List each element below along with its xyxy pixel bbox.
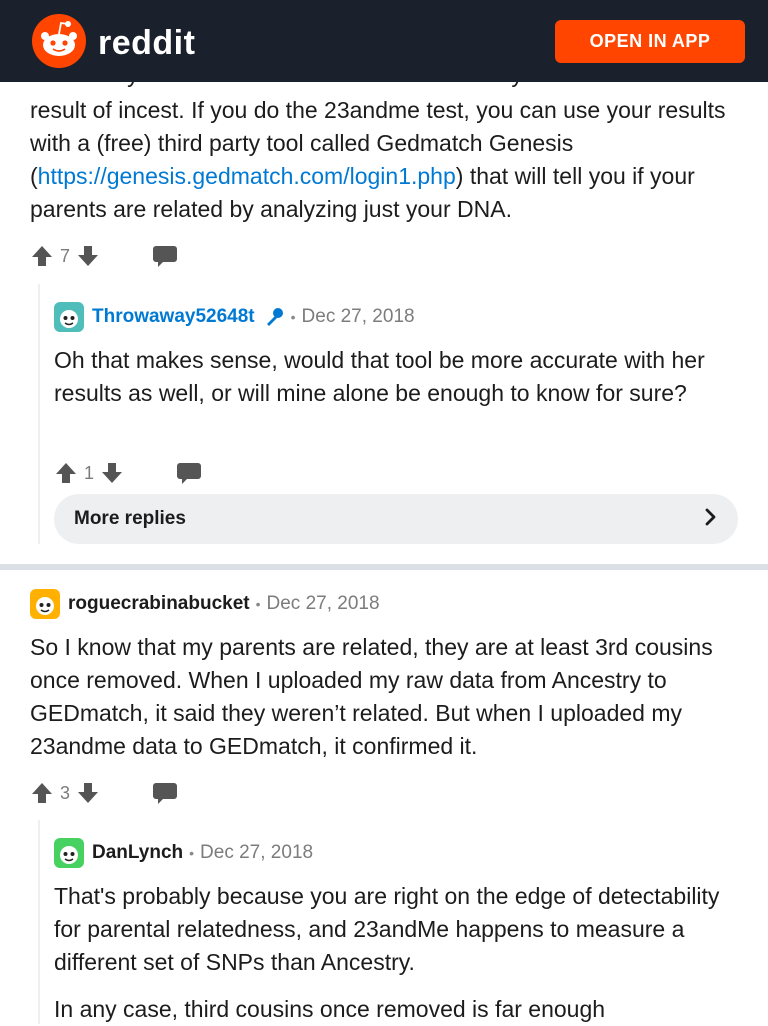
more-replies-label: More replies (74, 508, 186, 529)
thread-line[interactable] (38, 820, 40, 1024)
comment-date: Dec 27, 2018 (266, 593, 380, 614)
reply-icon[interactable] (152, 244, 178, 268)
comment-actions: 1 (54, 458, 202, 488)
upvote-icon[interactable] (30, 781, 54, 805)
separator-dot: • (255, 596, 261, 612)
avatar[interactable] (54, 302, 84, 332)
separator-dot: • (290, 309, 296, 325)
comment-header: Throwaway52648t • Dec 27, 2018 (54, 302, 415, 332)
reply-icon[interactable] (176, 461, 202, 485)
gedmatch-link[interactable]: https://genesis.gedmatch.com/login1.php (38, 163, 456, 189)
snoo-icon (30, 14, 88, 73)
author-name[interactable]: Throwaway52648t (92, 306, 255, 328)
upvote-icon[interactable] (54, 461, 78, 485)
comment-actions: 7 (30, 241, 178, 271)
upvote-icon[interactable] (30, 244, 54, 268)
comment-text: That's probably because you are right on… (54, 883, 720, 975)
comment-divider (0, 564, 768, 570)
brand-wordmark: reddit (98, 24, 196, 62)
thread-line[interactable] (38, 284, 40, 544)
more-replies-button[interactable]: More replies (54, 494, 738, 544)
vote-count: 1 (84, 462, 95, 483)
comment-actions: 3 (30, 778, 178, 808)
downvote-icon[interactable] (76, 781, 100, 805)
comments-feed: However you don't need to do that to fin… (0, 0, 768, 1024)
comment-header: DanLynch • Dec 27, 2018 (54, 838, 313, 868)
chevron-right-icon (704, 508, 718, 531)
reddit-logo[interactable]: reddit (30, 14, 195, 73)
avatar[interactable] (54, 838, 84, 868)
downvote-icon[interactable] (76, 244, 100, 268)
reply-icon[interactable] (152, 781, 178, 805)
comment-text: So I know that my parents are related, t… (30, 634, 713, 759)
comment-text: In any case, third cousins once removed … (54, 996, 606, 1022)
vote-count: 7 (60, 245, 71, 266)
comment-date: Dec 27, 2018 (200, 842, 314, 863)
comment-body: result of incest. If you do the 23andme … (30, 94, 750, 226)
vote-count: 3 (60, 782, 71, 803)
downvote-icon[interactable] (100, 461, 124, 485)
author-name[interactable]: roguecrabinabucket (68, 593, 250, 615)
separator-dot: • (189, 845, 195, 861)
avatar[interactable] (30, 589, 60, 619)
comment-text: Oh that makes sense, would that tool be … (54, 347, 705, 406)
op-mic-icon (263, 306, 285, 328)
author-name[interactable]: DanLynch (92, 842, 183, 864)
app-header: reddit OPEN IN APP (0, 0, 768, 82)
comment-date: Dec 27, 2018 (301, 306, 415, 327)
open-in-app-button[interactable]: OPEN IN APP (555, 20, 745, 63)
comment-header: roguecrabinabucket • Dec 27, 2018 (30, 589, 380, 619)
